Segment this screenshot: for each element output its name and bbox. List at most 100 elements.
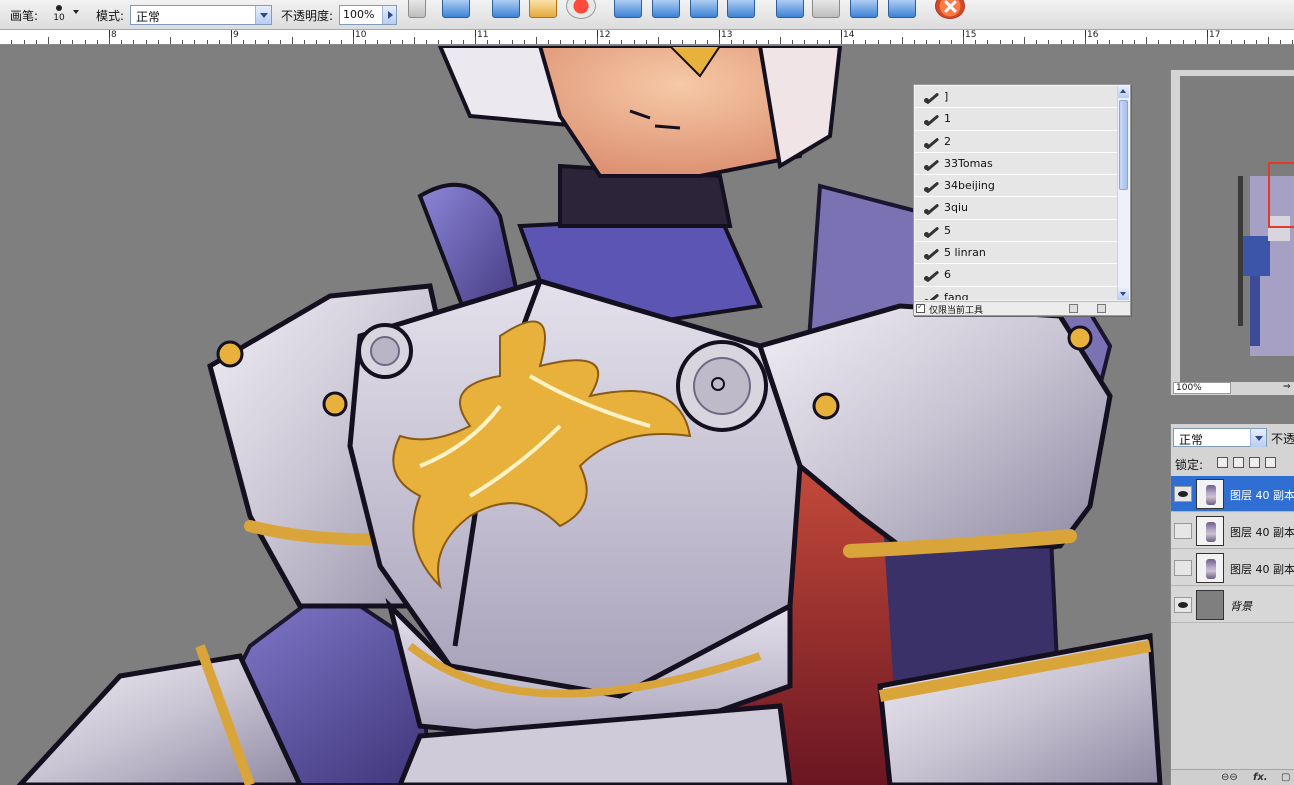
ruler-minor-tick [390,40,391,44]
brush-preset-item[interactable]: 5 linran [915,242,1118,265]
close-icon[interactable] [935,0,965,19]
brush-preset-name: 5 [944,223,951,237]
opacity-value: 100% [343,8,375,21]
brush-preset-item[interactable]: fang [915,286,1118,300]
navigator-view-box[interactable] [1268,162,1294,228]
link-layers-icon[interactable]: ⊖⊖ [1221,772,1238,783]
delete-preset-icon[interactable] [1097,304,1106,313]
ruler-minor-tick [11,40,12,44]
lock-paint-icon[interactable] [1233,457,1244,468]
brush-preset-item[interactable]: 34beijing [915,175,1118,198]
ruler-number: 13 [721,30,733,40]
brush-preset-panel: ] 1 2 33Tomas 34beijing 3qiu 5 5 linran 6 fang 仅限… [913,84,1131,316]
ruler-minor-tick [426,40,427,44]
layout-icon[interactable] [727,0,755,18]
brush-preset-item[interactable]: 2 [915,130,1118,153]
screen-icon[interactable] [776,0,804,18]
ruler-minor-tick [1000,40,1001,44]
ruler-minor-tick [1170,40,1171,44]
notes-icon[interactable] [850,0,878,18]
brush-icon [923,89,941,103]
ruler-number: 11 [477,30,489,40]
lock-move-icon[interactable] [1249,457,1260,468]
brush-preset-item[interactable]: 33Tomas [915,152,1118,176]
brush-list-scrollbar[interactable] [1117,86,1129,300]
ruler-minor-tick [731,40,732,44]
ruler-minor-tick [402,40,403,44]
brush-preset-name: 1 [944,112,951,126]
ruler-minor-tick [48,37,49,44]
opacity-slider-arrow-icon[interactable] [382,6,396,24]
brush-preset-item[interactable]: 6 [915,264,1118,287]
zoom-out-icon[interactable]: ⇒ [1283,382,1291,392]
ruler-number: 15 [965,30,977,40]
ruler-minor-tick [1073,40,1074,44]
brush-preset-item[interactable]: 1 [915,108,1118,131]
brush-preset-item[interactable]: 3qiu [915,197,1118,220]
ruler-minor-tick [1207,37,1208,44]
mode-value: 正常 [136,10,161,24]
eye-icon[interactable] [1174,486,1192,502]
ruler-minor-tick [97,40,98,44]
eye-icon[interactable] [1174,597,1192,613]
ruler-minor-tick [1183,40,1184,44]
record-icon[interactable] [566,0,596,19]
ruler-minor-tick [109,37,110,44]
figure-thumbnail [1206,522,1216,542]
ruler-minor-tick [438,40,439,44]
navigator-preview[interactable] [1180,76,1294,382]
brush-icon [923,200,941,215]
brush-preset-item[interactable]: ] [915,86,1118,109]
layer-row[interactable]: 图层 40 副本 [1171,476,1294,512]
brush-preset-picker[interactable]: 10 [48,3,70,27]
eye-icon[interactable] [1174,560,1192,576]
brush-icon [923,267,941,282]
layer-row[interactable]: 图层 40 副本 [1171,550,1294,586]
layer-tool-icon[interactable] [442,0,470,18]
scroll-up-icon[interactable] [1118,86,1129,98]
toolbar-grip-icon[interactable] [408,0,426,18]
brush-preset-name: 5 linran [944,246,986,260]
scroll-thumb[interactable] [1119,100,1128,190]
monitor-icon[interactable] [652,0,680,18]
lock-all-icon[interactable] [1265,457,1276,468]
scroll-down-icon[interactable] [1118,288,1129,300]
layer-name: 图层 40 副本 [1230,489,1294,502]
ruler-minor-tick [1122,40,1123,44]
navigator-panel: 100% ⇒ [1170,70,1294,395]
layer-row[interactable]: 背景 [1171,587,1294,623]
mode-select[interactable]: 正常 [130,5,272,25]
current-tool-only-checkbox[interactable] [916,302,925,313]
eye-icon[interactable] [1174,523,1192,539]
ruler-minor-tick [463,40,464,44]
window-tool-icon[interactable] [614,0,642,18]
ruler-minor-tick [804,40,805,44]
brush-preset-item[interactable]: 5 [915,219,1118,243]
ruler-minor-tick [560,40,561,44]
lock-transparency-icon[interactable] [1217,457,1228,468]
ruler-minor-tick [475,37,476,44]
brush-label: 画笔: [10,9,39,23]
pencil-icon[interactable] [529,0,557,18]
navigator-zoom-field[interactable]: 100% [1173,382,1231,394]
brush-dropdown-icon[interactable] [73,10,79,14]
ruler-minor-tick [573,40,574,44]
grid-icon[interactable] [690,0,718,18]
chevron-down-icon[interactable] [1250,429,1266,447]
layer-row[interactable]: 图层 40 副本 [1171,513,1294,549]
ruler-number: 17 [1209,30,1221,40]
mask-icon[interactable]: ▢ [1281,772,1290,783]
layer-blend-mode-select[interactable]: 正常 [1173,428,1267,447]
fx-icon[interactable]: fx. [1253,772,1268,783]
ruler-minor-tick [170,37,171,44]
ruler-minor-tick [865,40,866,44]
opacity-field[interactable]: 100% [339,5,397,25]
chevron-down-icon[interactable] [255,6,271,24]
brush-preset-name: 6 [944,268,951,282]
ruler-minor-tick [243,40,244,44]
mode-label: 模式: [96,9,125,23]
document-tool-icon[interactable] [492,0,520,18]
new-preset-icon[interactable] [1069,304,1078,313]
star-icon[interactable] [888,0,916,18]
print-icon[interactable] [812,0,840,18]
